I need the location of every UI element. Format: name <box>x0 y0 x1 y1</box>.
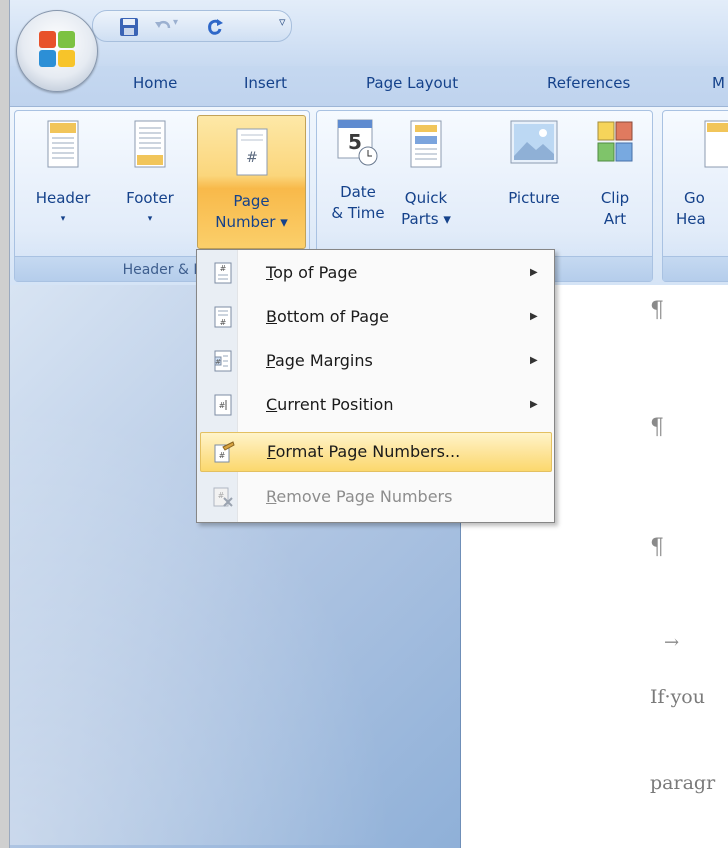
picture-label: Picture <box>508 189 560 207</box>
menu-item-top-of-page[interactable]: # Top of Page ▶ <box>200 254 550 292</box>
go-to-header-button[interactable]: Go Hea <box>676 120 728 250</box>
svg-text:#: # <box>220 264 227 273</box>
footer-button-label: Footer <box>126 189 174 207</box>
quick-parts-label-line1: Quick <box>404 189 448 207</box>
menu-item-label: ormat Page Numbers... <box>275 442 461 461</box>
menu-item-page-margins[interactable]: # Page Margins ▶ <box>200 342 550 380</box>
tab-insert[interactable]: Insert <box>244 74 287 92</box>
office-button[interactable] <box>16 10 98 92</box>
bottom-of-page-icon: # <box>214 306 232 328</box>
header-dropdown-arrow: ▾ <box>60 214 66 224</box>
submenu-arrow-icon: ▶ <box>530 355 538 366</box>
clip-art-button[interactable]: Clip Art <box>585 120 645 250</box>
clip-art-icon <box>597 121 633 162</box>
paragraph-mark: ¶ <box>650 415 664 440</box>
footer-button[interactable]: Footer ▾ <box>118 120 182 250</box>
quick-parts-button[interactable]: Quick Parts ▾ <box>394 120 458 250</box>
svg-text:#: # <box>219 451 226 460</box>
current-position-icon: # <box>214 394 232 416</box>
svg-text:#: # <box>219 401 226 410</box>
tab-mark: → <box>664 632 680 653</box>
header-page-icon <box>47 120 79 168</box>
window-left-border <box>0 0 10 848</box>
quick-parts-icon <box>410 120 442 168</box>
menu-item-mnemonic: P <box>266 351 275 370</box>
menu-item-label: urrent Position <box>277 395 394 414</box>
svg-text:#: # <box>215 358 221 366</box>
page-number-icon: # <box>236 128 267 176</box>
menu-item-mnemonic: R <box>266 487 277 506</box>
submenu-arrow-icon: ▶ <box>530 311 538 322</box>
header-button[interactable]: Header ▾ <box>30 120 96 250</box>
date-time-label-line2: & Time <box>331 204 385 222</box>
page-number-label-line1: Page <box>233 192 270 210</box>
submenu-arrow-icon: ▶ <box>530 399 538 410</box>
undo-icon[interactable] <box>153 17 173 37</box>
menu-item-mnemonic: F <box>267 442 276 461</box>
menu-item-mnemonic: B <box>266 307 277 326</box>
header-button-label: Header <box>35 189 91 207</box>
menu-item-label: op of Page <box>273 263 358 282</box>
menu-item-label: ottom of Page <box>276 307 390 326</box>
calendar-clock-icon: 5 <box>337 119 378 166</box>
footer-page-icon <box>134 120 166 168</box>
menu-item-bottom-of-page[interactable]: # Bottom of Page ▶ <box>200 298 550 336</box>
go-to-header-label-line2: Hea <box>676 210 706 228</box>
document-text-line: paragr <box>650 772 716 794</box>
svg-text:5: 5 <box>348 130 362 154</box>
page-number-menu: # Top of Page ▶ # Bottom of Page ▶ # Pag… <box>196 249 555 523</box>
picture-button[interactable]: Picture <box>498 120 570 250</box>
redo-icon[interactable] <box>205 17 225 37</box>
svg-text:#: # <box>220 318 227 327</box>
menu-item-mnemonic: T <box>266 263 274 282</box>
tab-mailings[interactable]: M <box>712 74 725 92</box>
date-time-label-line1: Date <box>340 183 376 201</box>
remove-page-numbers-icon: # <box>213 487 233 507</box>
date-time-button[interactable]: 5 Date & Time <box>326 116 390 246</box>
customize-qat-icon[interactable]: ▿ <box>279 15 286 30</box>
menu-item-label: age Margins <box>274 351 373 370</box>
menu-item-label: emove Page Numbers <box>276 487 453 506</box>
menu-item-remove-page-numbers[interactable]: # Remove Page Numbers <box>200 478 550 516</box>
go-to-header-label-line1: Go <box>684 189 705 207</box>
document-text-line: If·you <box>650 686 705 708</box>
menu-item-current-position[interactable]: # Current Position ▶ <box>200 386 550 424</box>
undo-dropdown-icon[interactable]: ▾ <box>173 17 178 28</box>
quick-parts-label-line2: Parts ▾ <box>401 210 451 228</box>
page-number-button[interactable]: # Page Number ▾ <box>197 115 306 249</box>
tab-page-layout[interactable]: Page Layout <box>366 74 458 92</box>
save-icon[interactable] <box>119 17 139 37</box>
submenu-arrow-icon: ▶ <box>530 267 538 278</box>
picture-icon <box>510 120 558 164</box>
page-number-label-line2: Number ▾ <box>215 213 288 231</box>
tab-references[interactable]: References <box>547 74 630 92</box>
clip-art-label-line1: Clip <box>600 189 630 207</box>
go-to-header-icon <box>704 120 728 168</box>
paragraph-mark: ¶ <box>650 535 664 560</box>
tab-home[interactable]: Home <box>133 74 177 92</box>
menu-item-mnemonic: C <box>266 395 278 414</box>
clip-art-label-line2: Art <box>603 210 627 228</box>
quick-access-toolbar: ▾ ▿ <box>92 10 292 42</box>
paragraph-mark: ¶ <box>650 298 664 323</box>
office-logo-icon <box>39 31 75 67</box>
format-page-numbers-icon: # <box>214 441 235 463</box>
svg-text:#: # <box>246 150 258 166</box>
page-margins-icon: # <box>214 350 232 372</box>
menu-item-format-page-numbers[interactable]: # Format Page Numbers... <box>200 432 552 472</box>
footer-dropdown-arrow: ▾ <box>147 214 153 224</box>
top-of-page-icon: # <box>214 262 232 284</box>
